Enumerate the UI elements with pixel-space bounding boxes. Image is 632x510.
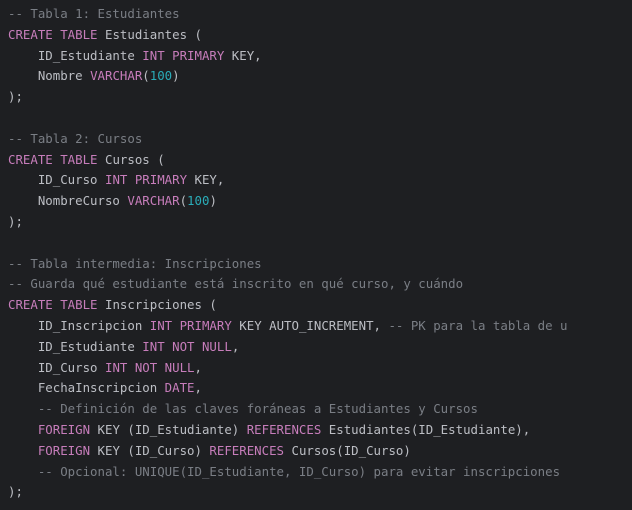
code-line[interactable]: ); (0, 87, 632, 108)
code-line[interactable]: ID_Estudiante INT PRIMARY KEY, (0, 46, 632, 67)
code-token-comment: -- Guarda qué estudiante está inscrito e… (8, 276, 464, 292)
code-line[interactable]: ); (0, 212, 632, 233)
code-token-comment: -- Definición de las claves foráneas a E… (8, 401, 478, 417)
code-token-default: NombreCurso (8, 193, 128, 209)
code-line[interactable] (0, 108, 632, 129)
code-token-default: Nombre (8, 68, 91, 84)
code-token-default: ); (8, 484, 23, 500)
code-token-default: ); (8, 89, 23, 105)
code-token-default: ) (209, 193, 217, 209)
code-line[interactable] (0, 233, 632, 254)
code-token-default: ( (142, 68, 150, 84)
code-token-comment: -- Opcional: UNIQUE(ID_Estudiante, ID_Cu… (8, 463, 561, 479)
code-token-default: ) (172, 68, 180, 84)
code-token-comment: -- Tabla 2: Cursos (8, 130, 143, 146)
code-token-default: FechaInscripcion (8, 380, 165, 396)
code-token-default: ( (179, 193, 188, 209)
code-token-type: CREATE TABLE (8, 26, 98, 42)
code-line[interactable]: FechaInscripcion DATE, (0, 378, 632, 399)
code-line[interactable]: -- Guarda qué estudiante está inscrito e… (0, 274, 632, 295)
code-token-type: FOREIGN (8, 442, 91, 458)
code-line[interactable]: CREATE TABLE Inscripciones ( (0, 295, 632, 316)
code-line[interactable]: Nombre VARCHAR(100) (0, 66, 632, 87)
code-token-default: Estudiantes(ID_Estudiante), (321, 421, 531, 437)
code-line[interactable]: CREATE TABLE Estudiantes ( (0, 25, 632, 46)
code-line[interactable]: CREATE TABLE Cursos ( (0, 150, 632, 171)
code-editor[interactable]: -- Tabla 1: Estudiantes CREATE TABLE Estu… (0, 0, 632, 510)
code-token-default: Inscripciones ( (97, 297, 217, 313)
code-token-type: INT PRIMARY (142, 47, 225, 63)
code-token-comment: -- PK para la tabla de u (388, 317, 568, 333)
code-token-default: ); (8, 213, 23, 229)
code-token-default: ID_Estudiante (8, 338, 143, 354)
code-token-type: INT PRIMARY (104, 172, 188, 188)
code-line[interactable]: ); (0, 482, 632, 503)
code-line[interactable]: -- Tabla 2: Cursos (0, 129, 632, 150)
code-line[interactable]: ID_Estudiante INT NOT NULL, (0, 337, 632, 358)
code-token-default: KEY (ID_Curso) (90, 442, 210, 458)
code-token-default: Estudiantes ( (97, 26, 202, 42)
code-token-default: KEY AUTO_INCREMENT, (231, 317, 389, 333)
code-token-type: VARCHAR (127, 193, 180, 209)
code-token-comment: -- Tabla intermedia: Inscripciones (8, 255, 262, 271)
code-token-type: FOREIGN (8, 421, 91, 437)
code-line[interactable]: -- Opcional: UNIQUE(ID_Estudiante, ID_Cu… (0, 462, 632, 483)
code-token-default: ID_Inscripcion (8, 317, 150, 333)
code-line[interactable]: NombreCurso VARCHAR(100) (0, 191, 632, 212)
code-token-type: CREATE TABLE (8, 297, 98, 313)
code-token-type: VARCHAR (90, 68, 143, 84)
code-token-default: ID_Curso (8, 172, 105, 188)
code-token-type: INT NOT NULL (104, 359, 195, 375)
code-line[interactable]: ID_Inscripcion INT PRIMARY KEY AUTO_INCR… (0, 316, 632, 337)
code-token-default: ID_Curso (8, 359, 105, 375)
code-token-number: 100 (149, 68, 173, 84)
code-token-default: , (194, 359, 202, 375)
code-token-type: CREATE TABLE (8, 151, 98, 167)
code-token-default: Cursos(ID_Curso) (284, 442, 411, 458)
code-line[interactable]: ID_Curso INT NOT NULL, (0, 358, 632, 379)
code-token-default: Cursos ( (97, 151, 165, 167)
code-token-default: KEY (ID_Estudiante) (90, 421, 247, 437)
code-token-type: INT NOT NULL (142, 338, 232, 354)
code-line[interactable]: ID_Curso INT PRIMARY KEY, (0, 170, 632, 191)
code-token-default: , (194, 380, 202, 396)
code-token-type: DATE (164, 380, 195, 396)
code-token-default: KEY, (224, 47, 262, 63)
code-token-type: REFERENCES (209, 442, 285, 458)
code-line[interactable]: FOREIGN KEY (ID_Curso) REFERENCES Cursos… (0, 441, 632, 462)
code-token-type: INT PRIMARY (149, 317, 232, 333)
code-token-default: ID_Estudiante (8, 47, 143, 63)
code-token-number: 100 (187, 193, 210, 209)
code-line[interactable]: -- Tabla 1: Estudiantes (0, 4, 632, 25)
code-line[interactable]: -- Definición de las claves foráneas a E… (0, 399, 632, 420)
code-line[interactable]: FOREIGN KEY (ID_Estudiante) REFERENCES E… (0, 420, 632, 441)
code-token-comment: -- Tabla 1: Estudiantes (8, 6, 180, 21)
code-token-type: REFERENCES (246, 421, 322, 437)
code-token-default: KEY, (187, 172, 225, 188)
code-line[interactable]: -- Tabla intermedia: Inscripciones (0, 254, 632, 275)
code-token-default: , (231, 338, 240, 354)
